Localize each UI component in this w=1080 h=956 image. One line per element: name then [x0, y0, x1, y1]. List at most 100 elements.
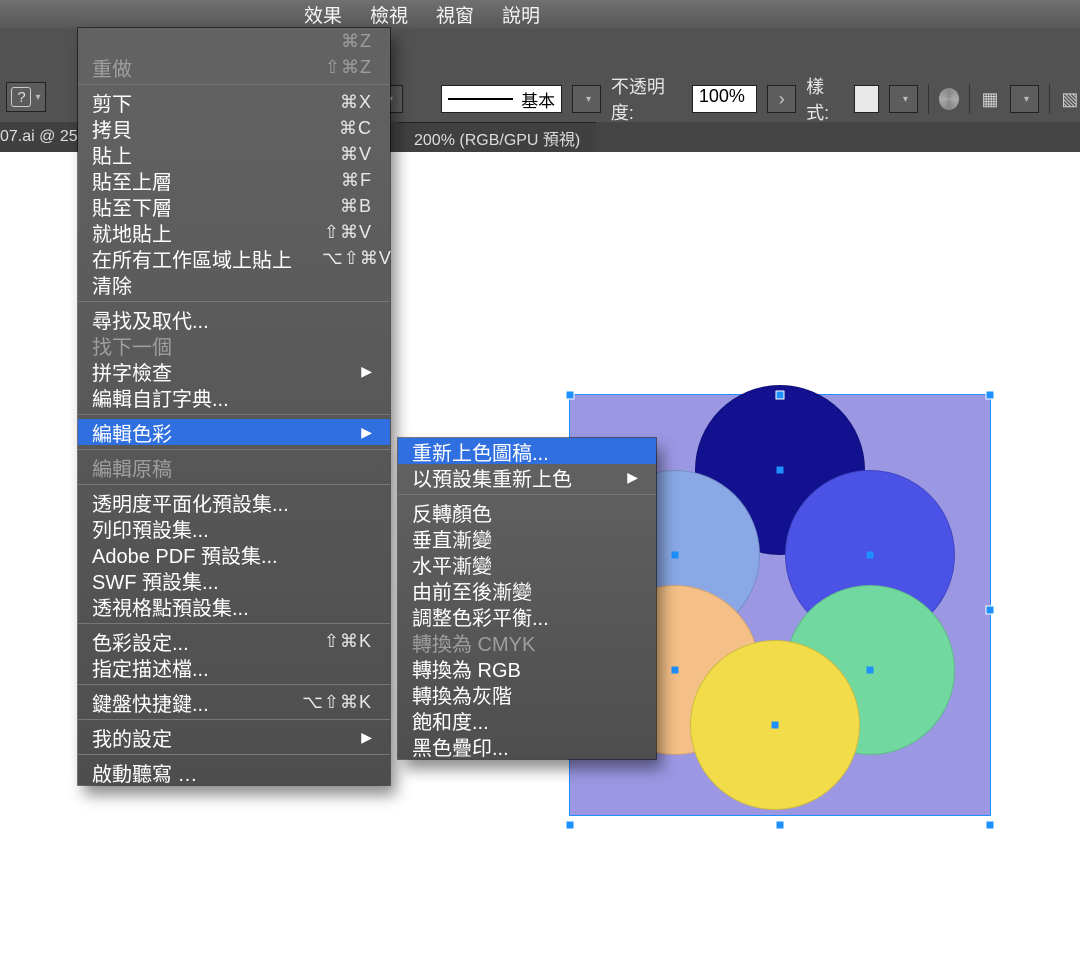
selection-handle[interactable] — [987, 607, 994, 614]
edit-menu-item-9[interactable]: 在所有工作區域上貼上⌥⇧⌘V — [78, 245, 390, 271]
edit-menu-item-34[interactable]: 啟動聽寫 … — [78, 759, 390, 785]
color-submenu-item-3[interactable]: 反轉顏色 — [398, 499, 656, 525]
edit-menu-item-8[interactable]: 就地貼上⇧⌘V — [78, 219, 390, 245]
edit-menu-item-label: 貼至下層 — [92, 192, 340, 221]
submenu-arrow-icon: ▶ — [627, 469, 638, 486]
color-submenu-item-6[interactable]: 由前至後漸變 — [398, 577, 656, 603]
object-center-point — [867, 667, 874, 674]
edit-menu-separator — [78, 484, 390, 485]
edit-menu-item-25[interactable]: 透視格點預設集... — [78, 593, 390, 619]
edit-menu-item-32[interactable]: 我的設定▶ — [78, 724, 390, 750]
edit-menu-item-label: 我的設定 — [92, 723, 361, 752]
edit-menu-separator — [78, 301, 390, 302]
stroke-style-dropdown[interactable]: ▾ — [572, 85, 601, 113]
menu-view[interactable]: 檢視 — [356, 1, 422, 28]
object-center-point — [867, 552, 874, 559]
edit-menu-item-label: 拷貝 — [92, 114, 339, 143]
edit-menu-item-19: 編輯原稿 — [78, 454, 390, 480]
recolor-icon[interactable] — [939, 88, 959, 110]
edit-menu-item-label: 編輯原稿 — [92, 453, 372, 482]
document-tab-2[interactable]: 200% (RGB/GPU 預視) — [398, 122, 596, 152]
edit-menu-separator — [78, 623, 390, 624]
edit-menu-item-label: 透視格點預設集... — [92, 592, 372, 621]
edit-menu-item-label: 找下一個 — [92, 331, 372, 360]
edit-colors-submenu: 重新上色圖稿...以預設集重新上色▶ 反轉顏色垂直漸變水平漸變由前至後漸變調整色彩… — [398, 438, 656, 759]
selection-handle[interactable] — [777, 822, 784, 829]
color-submenu-item-0[interactable]: 重新上色圖稿... — [398, 438, 656, 464]
color-submenu-item-label: 黑色疊印... — [412, 732, 638, 761]
edit-menu-item-6[interactable]: 貼至上層⌘F — [78, 167, 390, 193]
color-submenu-item-label: 調整色彩平衡... — [412, 602, 638, 631]
edit-menu-item-3[interactable]: 剪下⌘X — [78, 89, 390, 115]
color-submenu-item-label: 轉換為 RGB — [412, 654, 638, 683]
menu-help[interactable]: 說明 — [488, 1, 554, 28]
edit-menu-item-14[interactable]: 拼字檢查▶ — [78, 358, 390, 384]
edit-menu-item-13: 找下一個 — [78, 332, 390, 358]
shortcut-text: ⌘V — [340, 144, 372, 165]
question-icon: ? — [11, 87, 31, 107]
color-submenu-item-11[interactable]: 飽和度... — [398, 707, 656, 733]
arrange-icon[interactable]: ▧ — [1060, 88, 1080, 110]
edit-menu-item-label: 啟動聽寫 … — [92, 758, 372, 787]
selection-handle[interactable] — [567, 392, 574, 399]
shortcut-text: ⌘C — [339, 118, 372, 139]
edit-menu-item-label: 指定描述檔... — [92, 653, 372, 682]
edit-menu-item-label: 在所有工作區域上貼上 — [92, 244, 322, 273]
edit-menu-item-28[interactable]: 指定描述檔... — [78, 654, 390, 680]
selection-handle[interactable] — [987, 822, 994, 829]
color-submenu-item-9[interactable]: 轉換為 RGB — [398, 655, 656, 681]
edit-menu-item-label: 貼至上層 — [92, 166, 341, 195]
style-dropdown[interactable]: ▾ — [889, 85, 918, 113]
color-submenu-item-7[interactable]: 調整色彩平衡... — [398, 603, 656, 629]
color-submenu-item-1[interactable]: 以預設集重新上色▶ — [398, 464, 656, 490]
edit-menu-item-label: 尋找及取代... — [92, 305, 372, 334]
edit-menu-item-15[interactable]: 編輯自訂字典... — [78, 384, 390, 410]
shortcut-text: ⇧⌘K — [324, 631, 372, 652]
color-submenu-item-label: 反轉顏色 — [412, 498, 638, 527]
shortcut-text: ⌥⇧⌘K — [302, 692, 372, 713]
selection-handle[interactable] — [987, 392, 994, 399]
edit-menu-item-21[interactable]: 透明度平面化預設集... — [78, 489, 390, 515]
color-submenu-item-5[interactable]: 水平漸變 — [398, 551, 656, 577]
edit-menu-item-10[interactable]: 清除 — [78, 271, 390, 297]
selection-handle[interactable] — [777, 392, 784, 399]
selection-handle[interactable] — [567, 822, 574, 829]
edit-menu-item-24[interactable]: SWF 預設集... — [78, 567, 390, 593]
align-icon[interactable]: ▦ — [980, 88, 1000, 110]
align-dropdown[interactable]: ▾ — [1010, 85, 1039, 113]
edit-menu-item-23[interactable]: Adobe PDF 預設集... — [78, 541, 390, 567]
color-submenu-item-4[interactable]: 垂直漸變 — [398, 525, 656, 551]
style-swatch[interactable] — [854, 85, 879, 113]
edit-menu-item-4[interactable]: 拷貝⌘C — [78, 115, 390, 141]
help-box[interactable]: ?▾ — [6, 82, 46, 112]
shortcut-text: ⌘B — [340, 196, 372, 217]
menu-effects[interactable]: 效果 — [290, 1, 356, 28]
menu-window[interactable]: 視窗 — [422, 1, 488, 28]
edit-menu-item-5[interactable]: 貼上⌘V — [78, 141, 390, 167]
edit-menu-separator — [78, 754, 390, 755]
shortcut-text: ⌘Z — [341, 31, 372, 52]
shortcut-text: ⌥⇧⌘V — [322, 248, 392, 269]
edit-menu-item-label: 清除 — [92, 270, 372, 299]
object-center-point — [672, 667, 679, 674]
edit-menu-item-12[interactable]: 尋找及取代... — [78, 306, 390, 332]
edit-menu-item-7[interactable]: 貼至下層⌘B — [78, 193, 390, 219]
edit-menu-separator — [78, 414, 390, 415]
edit-menu-item-30[interactable]: 鍵盤快捷鍵...⌥⇧⌘K — [78, 689, 390, 715]
stroke-style-preview[interactable]: 基本 — [441, 85, 562, 113]
edit-menu-item-label: SWF 預設集... — [92, 566, 372, 595]
opacity-input[interactable]: 100% — [692, 85, 758, 113]
edit-menu-item-label: 列印預設集... — [92, 514, 372, 543]
edit-menu-item-17[interactable]: 編輯色彩▶ — [78, 419, 390, 445]
color-submenu-item-12[interactable]: 黑色疊印... — [398, 733, 656, 759]
edit-menu-item-label: 重做 — [92, 53, 325, 82]
edit-menu-item-label: Adobe PDF 預設集... — [92, 540, 372, 569]
edit-menu-dropdown: ⌘Z重做⇧⌘Z剪下⌘X拷貝⌘C貼上⌘V貼至上層⌘F貼至下層⌘B就地貼上⇧⌘V在所… — [78, 28, 390, 785]
object-center-point — [672, 552, 679, 559]
opacity-stepper[interactable]: › — [767, 85, 796, 113]
color-submenu-item-10[interactable]: 轉換為灰階 — [398, 681, 656, 707]
color-submenu-item-label: 垂直漸變 — [412, 524, 638, 553]
edit-menu-item-22[interactable]: 列印預設集... — [78, 515, 390, 541]
edit-menu-item-27[interactable]: 色彩設定...⇧⌘K — [78, 628, 390, 654]
submenu-arrow-icon: ▶ — [361, 424, 372, 441]
